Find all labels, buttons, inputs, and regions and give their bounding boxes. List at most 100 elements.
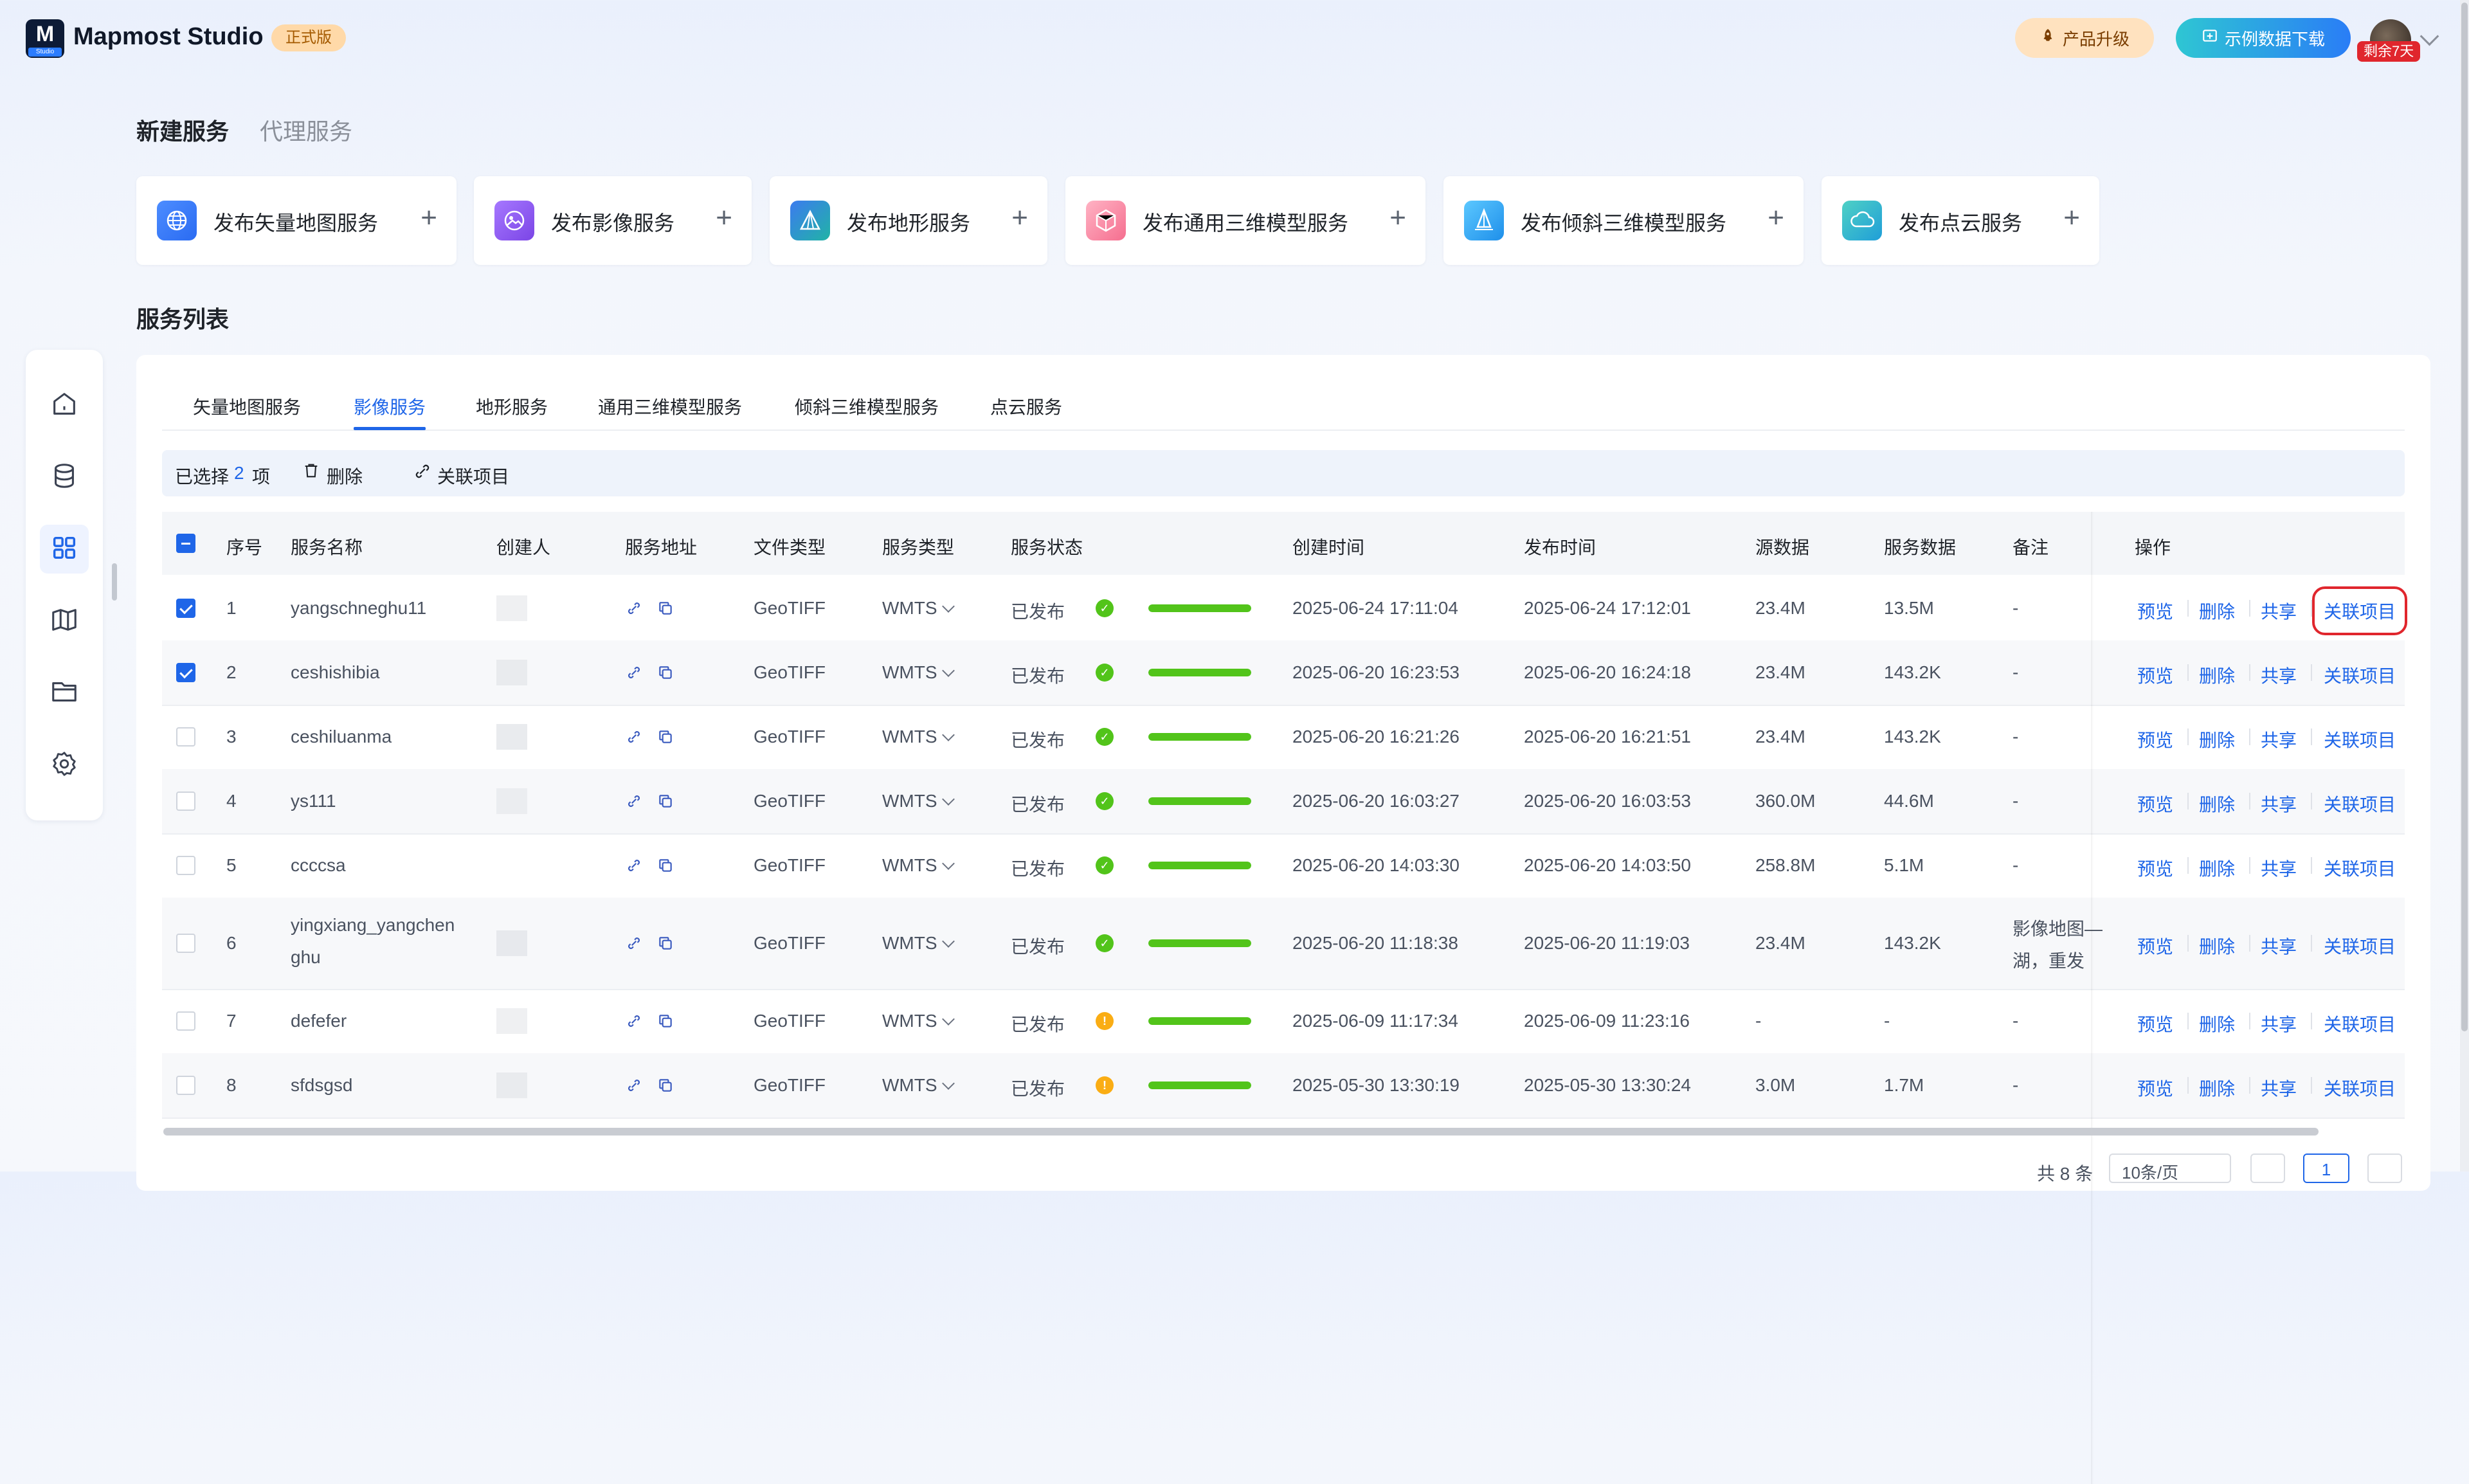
- plus-icon[interactable]: +: [1011, 202, 1028, 234]
- chevron-down-icon[interactable]: [942, 600, 955, 613]
- link-icon[interactable]: [625, 728, 643, 750]
- table-row[interactable]: 1 yangschneghu11 GeoTIFF WMTS 已发布 ✓ 2025-06-24…: [162, 576, 2408, 642]
- row-checkbox[interactable]: [176, 663, 195, 682]
- page-1-button[interactable]: 1: [2303, 1154, 2349, 1183]
- link-project-button[interactable]: 关联项目: [2324, 855, 2396, 881]
- chevron-down-icon[interactable]: [942, 664, 955, 677]
- table-row[interactable]: 2 ceshishibia GeoTIFF WMTS 已发布 ✓ 2025-06-20 16…: [162, 640, 2405, 706]
- vertical-scrollbar[interactable]: [2460, 0, 2469, 1172]
- delete-button[interactable]: 删除: [2199, 1011, 2235, 1036]
- table-row[interactable]: 5 ccccsa GeoTIFF WMTS 已发布 ✓ 2025-06-20 14:03:3…: [162, 833, 2405, 899]
- row-checkbox[interactable]: [176, 599, 195, 618]
- publish-image-card[interactable]: 发布影像服务 +: [474, 176, 752, 265]
- link-icon[interactable]: [625, 600, 643, 621]
- share-button[interactable]: 共享: [2261, 933, 2297, 959]
- publish-3d-model-card[interactable]: 发布通用三维模型服务 +: [1065, 176, 1425, 265]
- row-checkbox[interactable]: [176, 1011, 195, 1031]
- publish-point-cloud-card[interactable]: 发布点云服务 +: [1822, 176, 2099, 265]
- link-icon[interactable]: [625, 793, 643, 814]
- tab-proxy-service[interactable]: 代理服务: [260, 113, 352, 147]
- chevron-down-icon[interactable]: [942, 793, 955, 806]
- chevron-down-icon[interactable]: [942, 728, 955, 741]
- delete-button[interactable]: 删除: [2199, 933, 2235, 959]
- copy-icon[interactable]: [657, 935, 674, 956]
- preview-button[interactable]: 预览: [2137, 933, 2173, 959]
- row-checkbox[interactable]: [176, 934, 195, 953]
- link-icon[interactable]: [625, 664, 643, 685]
- tab-tilt-model-service[interactable]: 倾斜三维模型服务: [795, 394, 939, 419]
- copy-icon[interactable]: [657, 1077, 674, 1098]
- table-row[interactable]: 4 ys111 GeoTIFF WMTS 已发布 ✓ 2025-06-20 16:03:27…: [162, 769, 2405, 835]
- page-size-select[interactable]: 10条/页: [2109, 1154, 2231, 1183]
- chevron-down-icon[interactable]: [942, 1013, 955, 1026]
- tab-3d-model-service[interactable]: 通用三维模型服务: [598, 394, 742, 419]
- delete-button[interactable]: 删除: [2199, 598, 2235, 624]
- sidebar-item-home[interactable]: [40, 381, 89, 430]
- row-checkbox[interactable]: [176, 727, 195, 747]
- select-all-checkbox[interactable]: [176, 534, 195, 553]
- link-icon[interactable]: [625, 935, 643, 956]
- preview-button[interactable]: 预览: [2137, 791, 2173, 817]
- sidebar-item-files[interactable]: [40, 669, 89, 718]
- upgrade-button[interactable]: 产品升级: [2015, 18, 2154, 58]
- copy-icon[interactable]: [657, 728, 674, 750]
- row-checkbox[interactable]: [176, 856, 195, 875]
- share-button[interactable]: 共享: [2261, 1011, 2297, 1036]
- preview-button[interactable]: 预览: [2137, 727, 2173, 752]
- preview-button[interactable]: 预览: [2137, 662, 2173, 688]
- share-button[interactable]: 共享: [2261, 791, 2297, 817]
- link-icon[interactable]: [625, 1013, 643, 1034]
- next-page-button[interactable]: [2367, 1154, 2402, 1183]
- preview-button[interactable]: 预览: [2137, 855, 2173, 881]
- plus-icon[interactable]: +: [716, 202, 732, 234]
- chevron-down-icon[interactable]: [942, 935, 955, 948]
- table-row[interactable]: 8 sfdsgsd GeoTIFF WMTS 已发布! 2025-05-30 13:30:…: [162, 1053, 2405, 1119]
- chevron-down-icon[interactable]: [942, 1077, 955, 1090]
- table-row[interactable]: 6 yingxiang_yangchen ghu GeoTIFF WMTS 已发布 ✓ 202…: [162, 898, 2405, 990]
- chevron-down-icon[interactable]: [942, 857, 955, 870]
- sample-download-button[interactable]: 示例数据下载: [2176, 18, 2351, 58]
- link-icon[interactable]: [413, 462, 432, 485]
- tab-image-service[interactable]: 影像服务: [354, 394, 426, 419]
- sidebar-item-data[interactable]: [40, 453, 89, 502]
- horizontal-scrollbar[interactable]: [163, 1128, 2319, 1136]
- link-project-button[interactable]: 关联项目: [2324, 1075, 2396, 1101]
- link-project-button[interactable]: 关联项目: [2324, 727, 2396, 752]
- preview-button[interactable]: 预览: [2137, 1011, 2173, 1036]
- tab-terrain-service[interactable]: 地形服务: [476, 394, 548, 419]
- vertical-scroll-thumb[interactable]: [2461, 3, 2468, 1031]
- preview-button[interactable]: 预览: [2137, 598, 2173, 624]
- chevron-down-icon[interactable]: [2419, 26, 2439, 46]
- link-project-button[interactable]: 关联项目: [2324, 791, 2396, 817]
- delete-button[interactable]: 删除: [2199, 1075, 2235, 1101]
- plus-icon[interactable]: +: [421, 202, 437, 234]
- share-button[interactable]: 共享: [2261, 598, 2297, 624]
- share-button[interactable]: 共享: [2261, 855, 2297, 881]
- sidebar-resize-handle[interactable]: [112, 563, 117, 601]
- delete-button[interactable]: 删除: [2199, 662, 2235, 688]
- copy-icon[interactable]: [657, 793, 674, 814]
- publish-tilt-model-card[interactable]: 发布倾斜三维模型服务 +: [1443, 176, 1804, 265]
- bulk-link-project-button[interactable]: 关联项目: [437, 463, 509, 489]
- copy-icon[interactable]: [657, 857, 674, 878]
- sidebar-item-settings[interactable]: [40, 741, 89, 790]
- table-row[interactable]: 7 defefer GeoTIFF WMTS 已发布! 2025-06-09 11:17:…: [162, 989, 2405, 1054]
- share-button[interactable]: 共享: [2261, 662, 2297, 688]
- sidebar-item-map[interactable]: [40, 597, 89, 646]
- preview-button[interactable]: 预览: [2137, 1075, 2173, 1101]
- trash-icon[interactable]: [302, 462, 320, 484]
- prev-page-button[interactable]: [2250, 1154, 2285, 1183]
- publish-vector-card[interactable]: 发布矢量地图服务 +: [136, 176, 457, 265]
- table-row[interactable]: 3 ceshiluanma GeoTIFF WMTS 已发布 ✓ 2025-06-20 16…: [162, 705, 2405, 770]
- copy-icon[interactable]: [657, 664, 674, 685]
- link-project-button[interactable]: 关联项目: [2311, 586, 2408, 635]
- link-icon[interactable]: [625, 1077, 643, 1098]
- plus-icon[interactable]: +: [1389, 202, 1406, 234]
- tab-new-service[interactable]: 新建服务: [136, 113, 229, 147]
- row-checkbox[interactable]: [176, 1076, 195, 1095]
- plus-icon[interactable]: +: [2063, 202, 2080, 234]
- publish-terrain-card[interactable]: 发布地形服务 +: [770, 176, 1047, 265]
- share-button[interactable]: 共享: [2261, 727, 2297, 752]
- link-icon[interactable]: [625, 857, 643, 878]
- copy-icon[interactable]: [657, 1013, 674, 1034]
